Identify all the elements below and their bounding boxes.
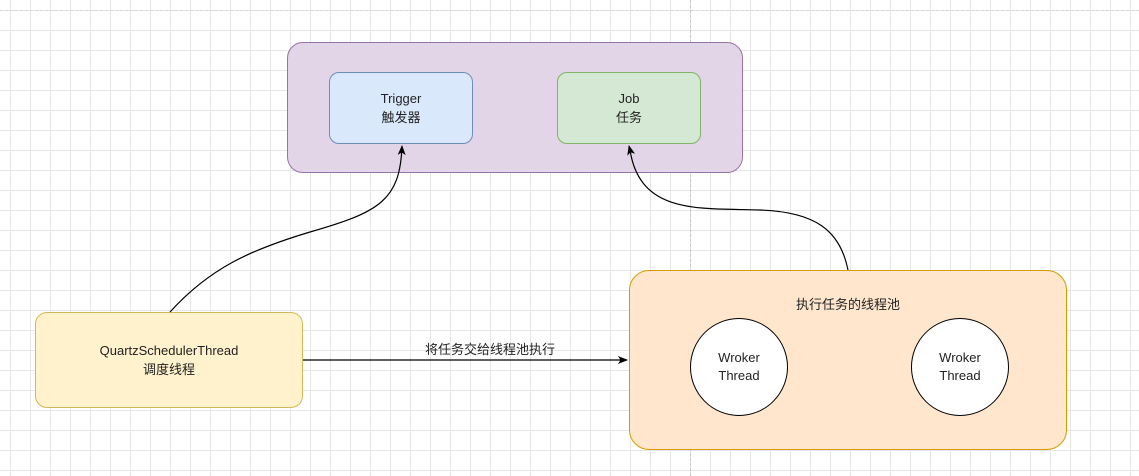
thread-pool-title: 执行任务的线程池 — [795, 297, 900, 312]
trigger-node-label: Trigger 触发器 — [380, 91, 422, 125]
canvas-guide-horizontal — [0, 10, 1139, 11]
worker-thread-label: Wroker Thread — [718, 350, 760, 383]
dispatch-edge-label: 将任务交给线程池执行 — [424, 342, 555, 357]
worker-thread-node[interactable]: Wroker Thread — [690, 318, 788, 416]
job-node-label: Job 任务 — [615, 91, 642, 125]
scheduler-thread-node[interactable]: QuartzSchedulerThread 调度线程 — [35, 312, 303, 408]
worker-thread-node[interactable]: Wroker Thread — [911, 318, 1009, 416]
worker-thread-label: Wroker Thread — [939, 350, 981, 383]
trigger-node[interactable]: Trigger 触发器 — [329, 72, 473, 144]
thread-pool-node[interactable]: 执行任务的线程池 Wroker Thread Wroker Thread — [629, 270, 1067, 450]
scheduler-thread-label: QuartzSchedulerThread 调度线程 — [99, 343, 239, 377]
job-node[interactable]: Job 任务 — [557, 72, 701, 144]
